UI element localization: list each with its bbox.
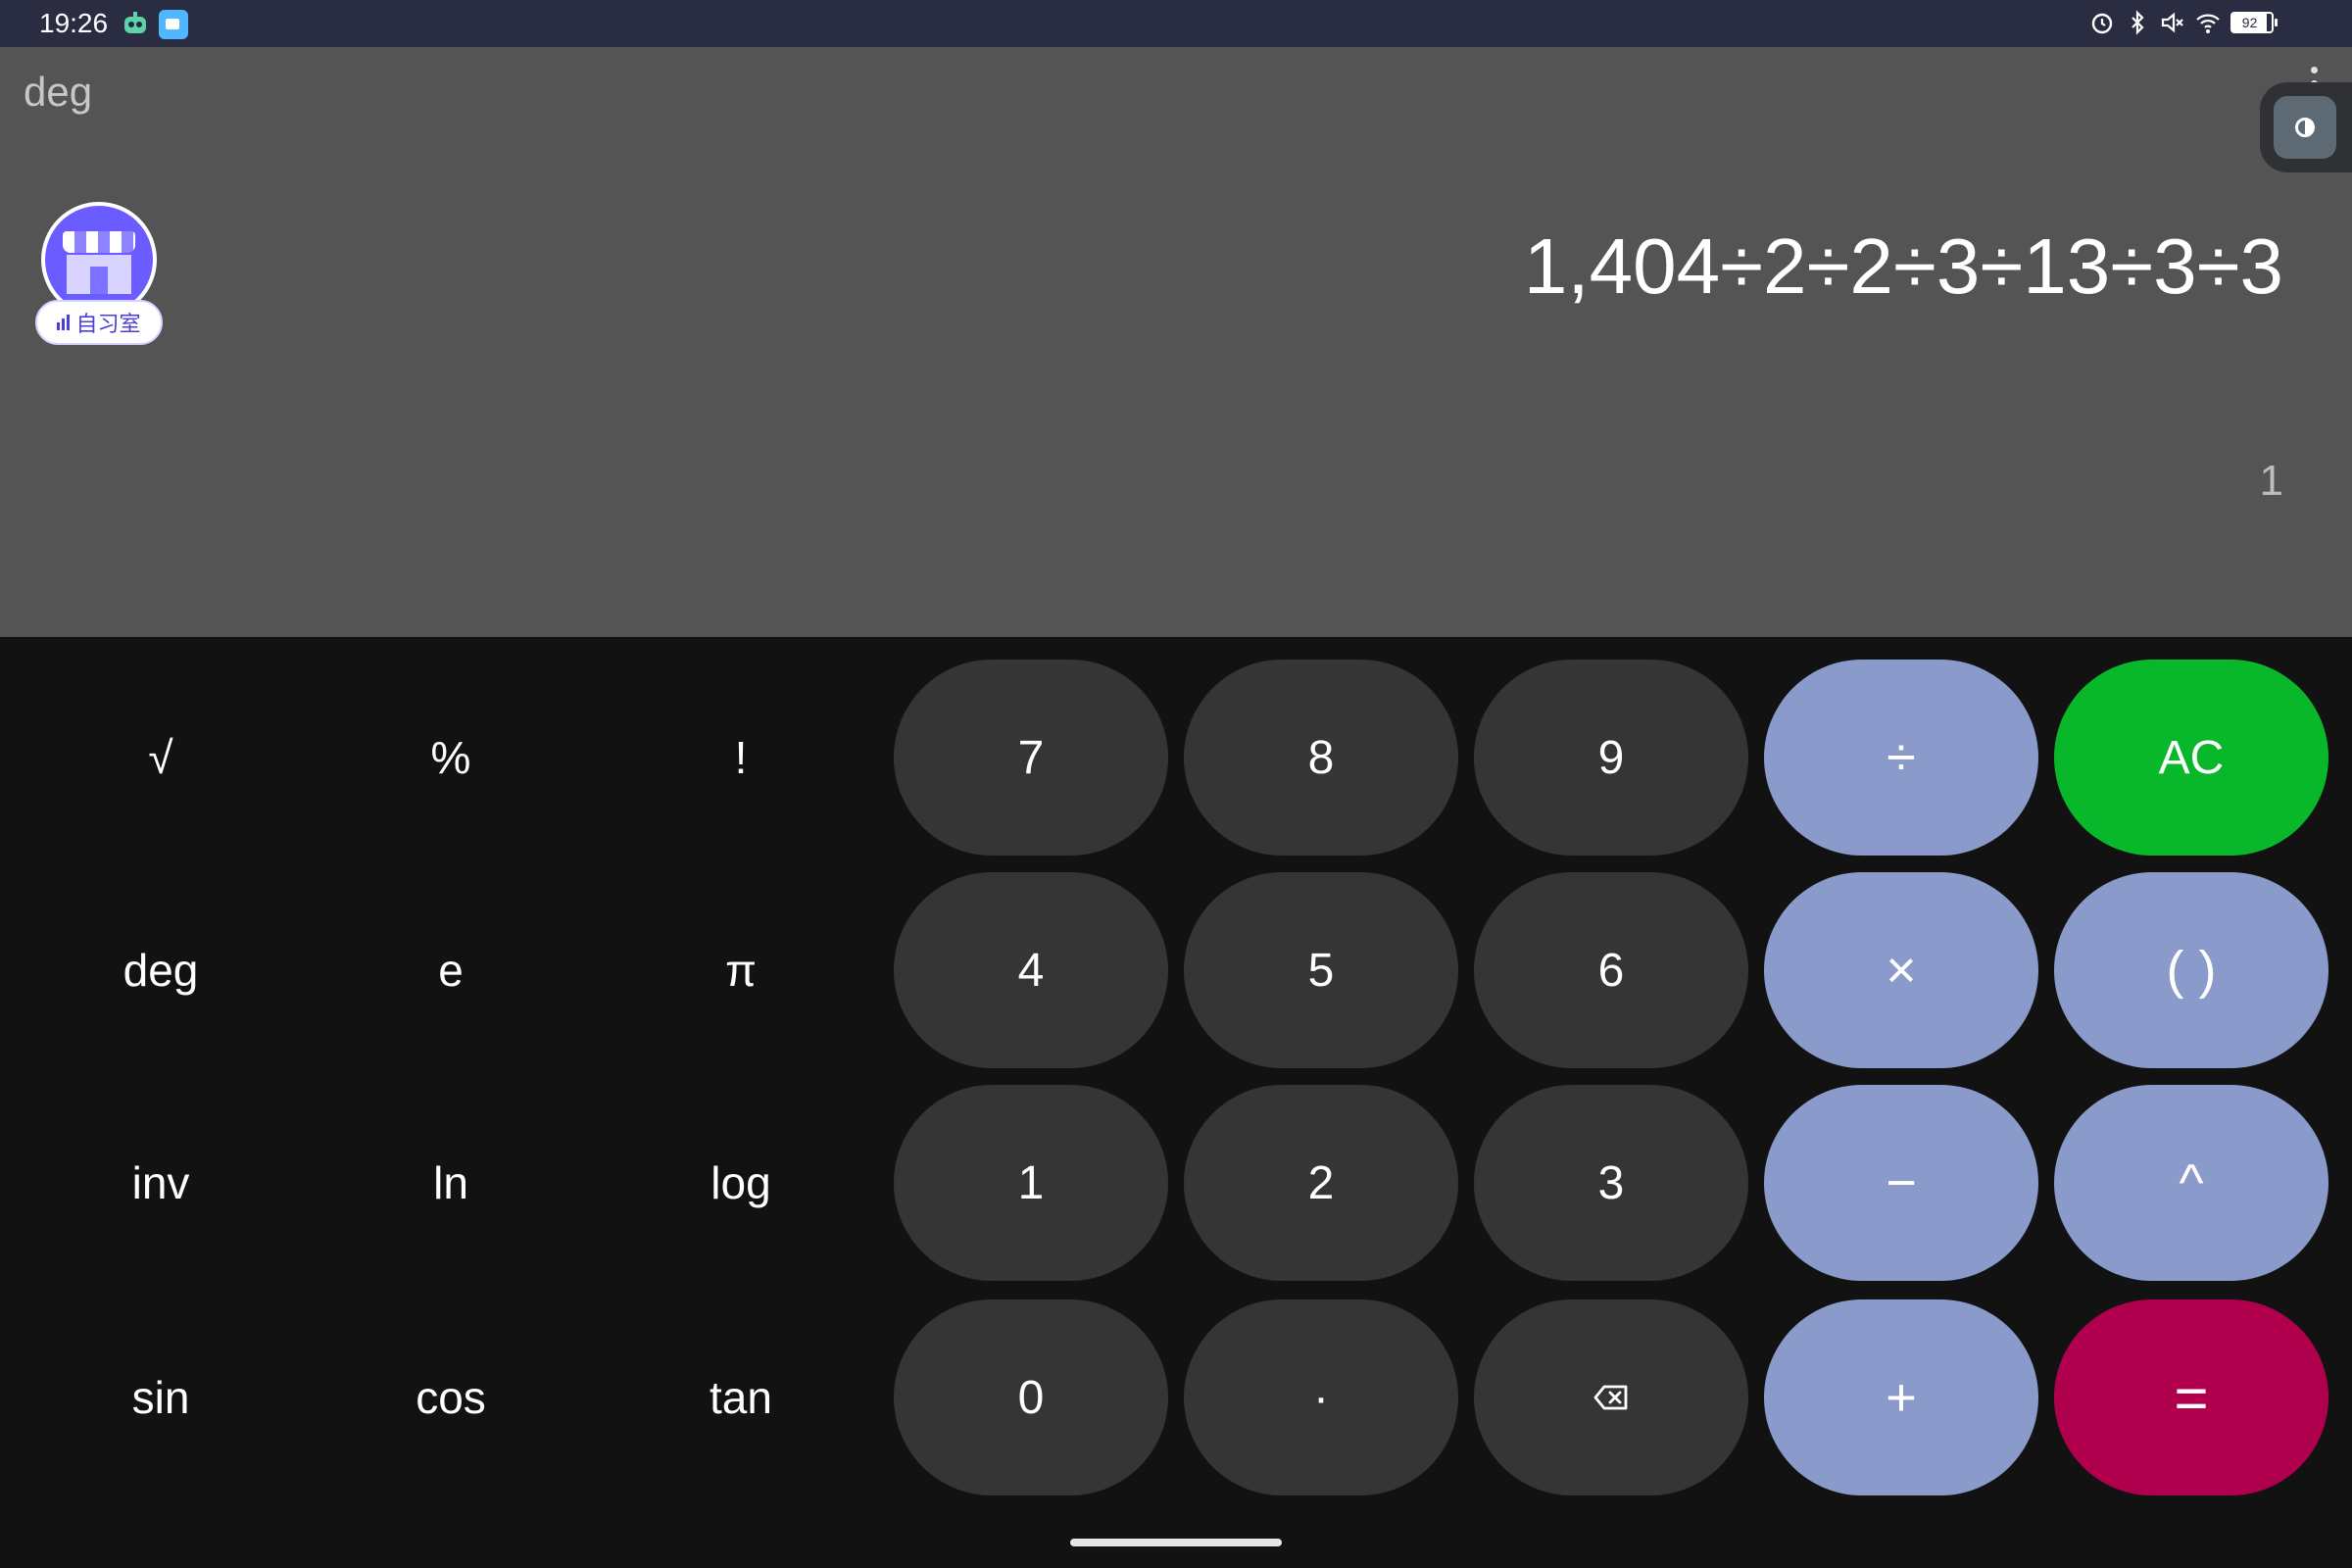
mute-icon <box>2161 12 2183 33</box>
deg-button[interactable]: deg <box>16 872 306 1068</box>
log-button[interactable]: log <box>596 1085 886 1281</box>
digit-3-button[interactable]: 3 <box>1474 1085 1748 1281</box>
floating-app-label: 自习室 <box>35 300 163 345</box>
status-time: 19:26 <box>39 8 109 38</box>
multiply-button[interactable]: × <box>1764 872 2038 1068</box>
factorial-button[interactable]: ! <box>596 660 886 856</box>
status-bar: 19:26 92 <box>0 0 2352 47</box>
floating-app-text: 自习室 <box>75 312 141 336</box>
backspace-icon <box>1593 1385 1628 1410</box>
digit-4-button[interactable]: 4 <box>894 872 1168 1068</box>
clear-button[interactable]: AC <box>2054 660 2328 856</box>
angle-mode-label: deg <box>24 69 93 115</box>
power-button[interactable]: ^ <box>2054 1085 2328 1281</box>
digit-7-button[interactable]: 7 <box>894 660 1168 856</box>
sqrt-button[interactable]: √ <box>16 660 306 856</box>
expression-display[interactable]: 1,404÷2÷2÷3÷13÷3÷3 <box>1524 221 2283 312</box>
digit-1-button[interactable]: 1 <box>894 1085 1168 1281</box>
ln-button[interactable]: ln <box>306 1085 596 1281</box>
theme-toggle-panel <box>2260 82 2352 172</box>
alarm-icon <box>2091 13 2113 34</box>
parentheses-button[interactable]: ( ) <box>2054 872 2328 1068</box>
signal-bars-icon <box>57 315 71 330</box>
wifi-icon <box>2196 14 2220 33</box>
sin-button[interactable]: sin <box>16 1299 306 1495</box>
digit-0-button[interactable]: 0 <box>894 1299 1168 1495</box>
bluetooth-icon <box>2132 10 2144 35</box>
divide-button[interactable]: ÷ <box>1764 660 2038 856</box>
decimal-point-button[interactable]: · <box>1184 1299 1458 1495</box>
robot-app-icon <box>124 12 146 33</box>
equals-button[interactable]: = <box>2054 1299 2328 1495</box>
pi-button[interactable]: π <box>596 872 886 1068</box>
calculator-display: deg 自习室 1,404÷2÷2÷3÷13÷3÷3 1 <box>0 47 2352 637</box>
percent-button[interactable]: % <box>306 660 596 856</box>
home-indicator[interactable] <box>1070 1539 1282 1546</box>
e-button[interactable]: e <box>306 872 596 1068</box>
digit-5-button[interactable]: 5 <box>1184 872 1458 1068</box>
plus-button[interactable]: + <box>1764 1299 2038 1495</box>
digit-2-button[interactable]: 2 <box>1184 1085 1458 1281</box>
status-icons: 92 <box>2089 8 2278 37</box>
minus-button[interactable]: − <box>1764 1085 2038 1281</box>
floating-app-shortcut[interactable]: 自习室 <box>35 202 167 349</box>
backspace-button[interactable] <box>1474 1299 1748 1495</box>
cos-button[interactable]: cos <box>306 1299 596 1495</box>
tan-button[interactable]: tan <box>596 1299 886 1495</box>
video-app-icon <box>159 10 188 39</box>
digit-6-button[interactable]: 6 <box>1474 872 1748 1068</box>
theme-toggle-button[interactable] <box>2274 96 2336 159</box>
contrast-icon <box>2295 118 2315 137</box>
battery-icon: 92 <box>2230 12 2278 33</box>
battery-level: 92 <box>2232 14 2268 31</box>
keypad: √ % ! deg e π inv ln log sin cos tan 7 8… <box>0 637 2352 1568</box>
inv-button[interactable]: inv <box>16 1085 306 1281</box>
digit-8-button[interactable]: 8 <box>1184 660 1458 856</box>
digit-9-button[interactable]: 9 <box>1474 660 1748 856</box>
result-preview: 1 <box>2259 457 2283 505</box>
